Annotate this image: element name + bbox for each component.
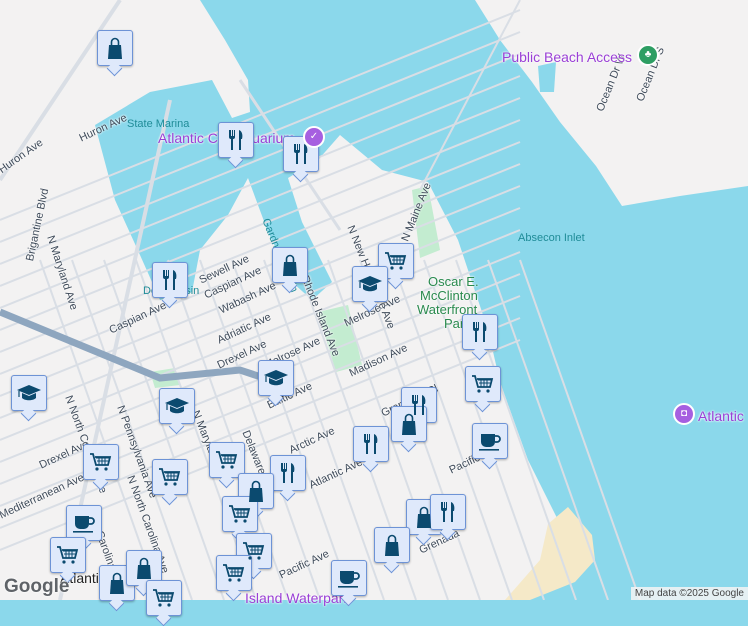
cart-icon <box>216 451 238 469</box>
map-marker-shop[interactable] <box>99 565 135 601</box>
shop-icon <box>283 254 297 276</box>
restaurant-icon <box>473 322 487 342</box>
map-marker-restaurant[interactable] <box>462 314 498 350</box>
map-marker-cart[interactable] <box>83 444 119 480</box>
shop-icon <box>402 413 416 435</box>
poi-label[interactable]: Public Beach Access <box>502 49 632 65</box>
map-marker-cart[interactable] <box>222 496 258 532</box>
map-marker-restaurant[interactable] <box>218 122 254 158</box>
cart-icon <box>159 468 181 486</box>
map-marker-cart[interactable] <box>209 442 245 478</box>
map-marker-shop[interactable] <box>126 550 162 586</box>
cart-icon <box>153 589 175 607</box>
park-pin-icon[interactable]: ♣ <box>637 44 659 66</box>
school-icon <box>358 276 382 292</box>
map-marker-restaurant[interactable] <box>152 262 188 298</box>
coffee-icon <box>479 434 501 451</box>
map-marker-school[interactable] <box>159 388 195 424</box>
map-marker-shop[interactable] <box>97 30 133 66</box>
water-label: Absecon Inlet <box>518 232 585 244</box>
cart-icon <box>229 505 251 523</box>
map-attribution[interactable]: Map data ©2025 Google <box>630 587 748 600</box>
map-marker-school[interactable] <box>352 266 388 302</box>
cart-icon <box>385 252 407 270</box>
map-marker-cart[interactable] <box>50 537 86 573</box>
restaurant-icon <box>294 144 308 164</box>
cart-icon <box>472 375 494 393</box>
shop-icon <box>108 37 122 59</box>
shop-icon <box>110 572 124 594</box>
map-marker-restaurant[interactable] <box>430 494 466 530</box>
map-marker-cart[interactable] <box>216 555 252 591</box>
poi-label[interactable]: Atlantic <box>698 408 744 424</box>
map-marker-school[interactable] <box>258 360 294 396</box>
map-marker-shop[interactable] <box>272 247 308 283</box>
shop-icon <box>137 557 151 579</box>
map-marker-restaurant[interactable] <box>353 426 389 462</box>
map-marker-cart[interactable] <box>378 243 414 279</box>
school-icon <box>17 385 41 401</box>
park-label: McClinton <box>420 288 478 303</box>
map-marker-coffee[interactable] <box>66 505 102 541</box>
map-marker-coffee[interactable] <box>472 423 508 459</box>
map-marker-restaurant[interactable] <box>283 136 319 172</box>
shop-icon <box>385 534 399 556</box>
coffee-icon <box>73 516 95 533</box>
map-marker-school[interactable] <box>11 375 47 411</box>
restaurant-icon <box>281 463 295 483</box>
restaurant-icon <box>441 502 455 522</box>
map-marker-restaurant[interactable] <box>270 455 306 491</box>
cart-icon <box>223 564 245 582</box>
school-icon <box>165 398 189 414</box>
map-marker-cart[interactable] <box>152 459 188 495</box>
school-icon <box>264 370 288 386</box>
map-marker-shop[interactable] <box>391 406 427 442</box>
camera-pin-icon[interactable]: ◘ <box>673 403 695 425</box>
restaurant-icon <box>229 130 243 150</box>
map-marker-coffee[interactable] <box>331 560 367 596</box>
google-logo[interactable]: Google <box>4 576 69 598</box>
coffee-icon <box>338 571 360 588</box>
park-label: Oscar E. <box>428 274 479 289</box>
map-marker-cart[interactable] <box>146 580 182 616</box>
restaurant-icon <box>364 434 378 454</box>
cart-icon <box>90 453 112 471</box>
cart-icon <box>57 546 79 564</box>
water-label: State Marina <box>127 118 190 130</box>
shop-icon <box>417 506 431 528</box>
restaurant-icon <box>163 270 177 290</box>
map-marker-shop[interactable] <box>374 527 410 563</box>
map-marker-cart[interactable] <box>465 366 501 402</box>
